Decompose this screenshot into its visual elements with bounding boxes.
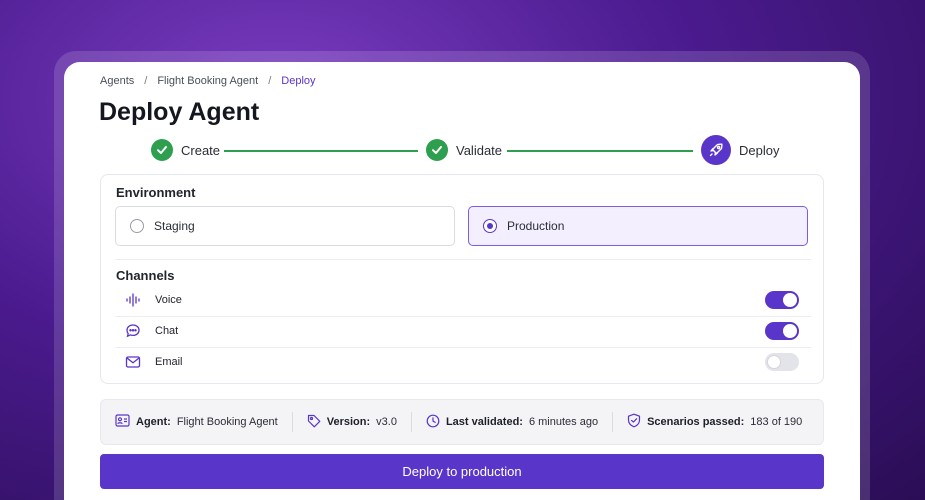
tag-icon bbox=[307, 414, 321, 431]
summary-key: Scenarios passed: bbox=[647, 416, 745, 428]
breadcrumb-deploy: Deploy bbox=[281, 75, 316, 87]
step-validate: Validate bbox=[426, 139, 502, 161]
environment-option-production[interactable]: Production bbox=[468, 206, 808, 246]
summary-value: 183 of 190 bbox=[750, 416, 803, 428]
environment-option-label: Production bbox=[507, 219, 565, 233]
page-title: Deploy Agent bbox=[99, 98, 260, 126]
step-label: Validate bbox=[456, 142, 503, 158]
chat-toggle[interactable] bbox=[765, 322, 799, 340]
breadcrumb-separator: / bbox=[268, 75, 272, 87]
channel-label: Email bbox=[155, 356, 183, 368]
breadcrumb-agents[interactable]: Agents bbox=[100, 75, 134, 87]
channel-row-voice: Voice bbox=[101, 285, 825, 315]
rocket-icon bbox=[701, 135, 731, 165]
voice-wave-icon bbox=[125, 292, 141, 308]
clock-icon bbox=[426, 414, 440, 431]
step-connector-1 bbox=[224, 150, 418, 152]
summary-value: Flight Booking Agent bbox=[176, 416, 278, 428]
environment-label: Environment bbox=[116, 185, 196, 200]
voice-toggle[interactable] bbox=[765, 291, 799, 309]
summary-key: Last validated: bbox=[445, 416, 523, 428]
channel-row-chat: Chat bbox=[101, 316, 825, 346]
channels-label: Channels bbox=[116, 268, 175, 283]
channel-label: Voice bbox=[155, 294, 182, 306]
summary-key: Agent: bbox=[136, 416, 171, 428]
check-icon bbox=[151, 139, 173, 161]
channel-label: Chat bbox=[155, 325, 179, 337]
breadcrumb: Agents / Flight Booking Agent / Deploy bbox=[100, 75, 316, 87]
step-connector-2 bbox=[507, 150, 693, 152]
breadcrumb-separator: / bbox=[144, 75, 148, 87]
step-label: Create bbox=[181, 142, 221, 158]
radio-staging[interactable] bbox=[130, 219, 144, 233]
check-icon bbox=[426, 139, 448, 161]
divider bbox=[115, 259, 811, 260]
summary-scenarios: Scenarios passed: 183 of 190 bbox=[613, 412, 816, 432]
chat-bubble-icon bbox=[125, 323, 141, 339]
settings-panel: Environment Staging Production Channels … bbox=[100, 174, 824, 384]
shield-check-icon bbox=[627, 413, 641, 431]
summary-bar: Agent: Flight Booking Agent Version: v3.… bbox=[100, 399, 824, 445]
email-toggle[interactable] bbox=[765, 353, 799, 371]
mail-icon bbox=[125, 354, 141, 370]
breadcrumb-flight-booking-agent[interactable]: Flight Booking Agent bbox=[157, 75, 258, 87]
channel-row-email: Email bbox=[101, 347, 825, 377]
summary-value: v3.0 bbox=[376, 416, 397, 428]
environment-option-label: Staging bbox=[154, 219, 195, 233]
summary-value: 6 minutes ago bbox=[528, 416, 599, 428]
summary-agent: Agent: Flight Booking Agent bbox=[101, 412, 292, 432]
id-card-icon bbox=[115, 414, 130, 430]
summary-key: Version: bbox=[326, 416, 371, 428]
step-deploy: Deploy bbox=[701, 135, 779, 165]
deploy-card: Agents / Flight Booking Agent / Deploy D… bbox=[64, 62, 860, 500]
environment-option-staging[interactable]: Staging bbox=[115, 206, 455, 246]
radio-production[interactable] bbox=[483, 219, 497, 233]
summary-last-validated: Last validated: 6 minutes ago bbox=[412, 412, 612, 432]
deploy-button[interactable]: Deploy to production bbox=[100, 454, 824, 489]
step-label: Deploy bbox=[739, 142, 780, 158]
summary-version: Version: v3.0 bbox=[293, 412, 411, 432]
step-create: Create bbox=[151, 139, 220, 161]
